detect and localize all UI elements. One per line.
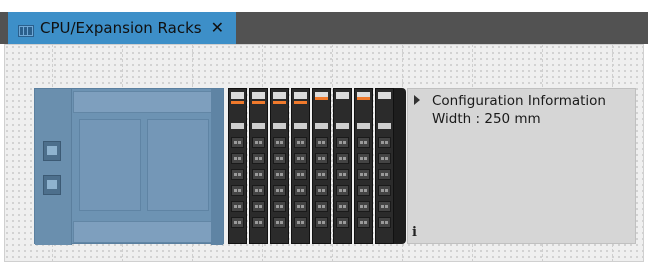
io-unit[interactable]: [333, 88, 352, 244]
io-unit-stripe: [315, 97, 328, 100]
io-terminal: [357, 137, 370, 148]
io-terminal: [336, 153, 349, 164]
io-terminal: [378, 185, 391, 196]
io-unit[interactable]: [291, 88, 310, 244]
io-terminal: [231, 137, 244, 148]
io-terminal: [357, 185, 370, 196]
io-unit-label: [315, 123, 328, 129]
cpu-terminal-band-bottom: [73, 221, 223, 243]
io-terminal: [315, 185, 328, 196]
io-terminal: [231, 153, 244, 164]
io-terminal: [378, 137, 391, 148]
end-cover: [394, 88, 406, 244]
io-unit-stripe: [252, 101, 265, 104]
io-terminal: [273, 169, 286, 180]
io-terminal: [231, 185, 244, 196]
io-terminal: [315, 137, 328, 148]
io-terminal: [294, 137, 307, 148]
io-terminal: [336, 137, 349, 148]
tab-cpu-expansion-racks[interactable]: CPU/Expansion Racks ✕: [8, 12, 236, 44]
tab-title: CPU/Expansion Racks: [40, 19, 202, 37]
io-unit[interactable]: [312, 88, 331, 244]
io-terminal: [273, 137, 286, 148]
io-unit-label: [357, 123, 370, 129]
io-unit-cap: [273, 92, 286, 99]
io-terminal: [294, 153, 307, 164]
io-terminal: [273, 217, 286, 228]
io-unit-label: [378, 123, 391, 129]
io-terminal: [252, 169, 265, 180]
io-terminal: [336, 169, 349, 180]
io-terminal: [336, 217, 349, 228]
io-unit-cap: [294, 92, 307, 99]
io-terminal: [273, 153, 286, 164]
io-terminal: [273, 185, 286, 196]
io-terminal: [252, 185, 265, 196]
io-unit-stripe: [231, 101, 244, 104]
io-terminal: [231, 169, 244, 180]
io-terminal: [294, 217, 307, 228]
io-unit-label: [273, 123, 286, 129]
io-terminal: [357, 201, 370, 212]
io-terminal: [378, 201, 391, 212]
io-terminal: [315, 201, 328, 212]
io-unit[interactable]: [228, 88, 247, 244]
io-unit[interactable]: [375, 88, 394, 244]
tab-strip: CPU/Expansion Racks ✕: [0, 0, 648, 44]
ethernet-port-icon: [43, 141, 61, 161]
io-unit-cap: [378, 92, 391, 99]
cpu-right-strip: [211, 89, 223, 245]
io-unit-label: [231, 123, 244, 129]
io-terminal: [336, 185, 349, 196]
io-terminal: [252, 153, 265, 164]
io-terminal: [357, 169, 370, 180]
io-terminal: [231, 201, 244, 212]
io-unit[interactable]: [249, 88, 268, 244]
io-terminal: [378, 153, 391, 164]
io-unit-label: [336, 123, 349, 129]
io-terminal: [294, 201, 307, 212]
io-terminal: [231, 217, 244, 228]
io-unit[interactable]: [354, 88, 373, 244]
io-terminal: [315, 153, 328, 164]
cpu-panel-right: [147, 119, 209, 211]
io-terminal: [357, 217, 370, 228]
ethernet-port-icon: [43, 175, 61, 195]
io-terminal: [357, 153, 370, 164]
io-unit-stripe: [294, 101, 307, 104]
io-terminal: [336, 201, 349, 212]
io-terminal: [273, 201, 286, 212]
cpu-panel-left: [79, 119, 141, 211]
io-unit-label: [252, 123, 265, 129]
io-terminal: [315, 217, 328, 228]
io-unit-cap: [231, 92, 244, 99]
io-unit-cap: [252, 92, 265, 99]
close-icon[interactable]: ✕: [211, 20, 224, 36]
io-unit-cap: [336, 92, 349, 99]
rack-icon: [18, 22, 34, 37]
io-unit-stripe: [273, 101, 286, 104]
configuration-width-text: Width : 250 mm: [432, 111, 541, 127]
configuration-info-title: Configuration Information: [432, 93, 606, 109]
cpu-rack: [34, 88, 406, 245]
cpu-left-column: [35, 89, 72, 245]
io-terminal: [294, 185, 307, 196]
io-terminal: [378, 169, 391, 180]
io-terminal: [294, 169, 307, 180]
info-icon[interactable]: i: [412, 225, 417, 240]
cpu-terminal-band-top: [73, 91, 223, 113]
io-terminal: [252, 201, 265, 212]
io-unit-stripe: [357, 97, 370, 100]
io-unit-label: [294, 123, 307, 129]
configuration-info-panel: Configuration Information Width : 250 mm…: [407, 88, 636, 244]
io-terminal: [315, 169, 328, 180]
io-terminal: [252, 137, 265, 148]
cpu-unit[interactable]: [34, 88, 224, 245]
io-unit[interactable]: [270, 88, 289, 244]
io-terminal: [252, 217, 265, 228]
io-terminal: [378, 217, 391, 228]
expand-arrow-icon[interactable]: [414, 95, 420, 105]
